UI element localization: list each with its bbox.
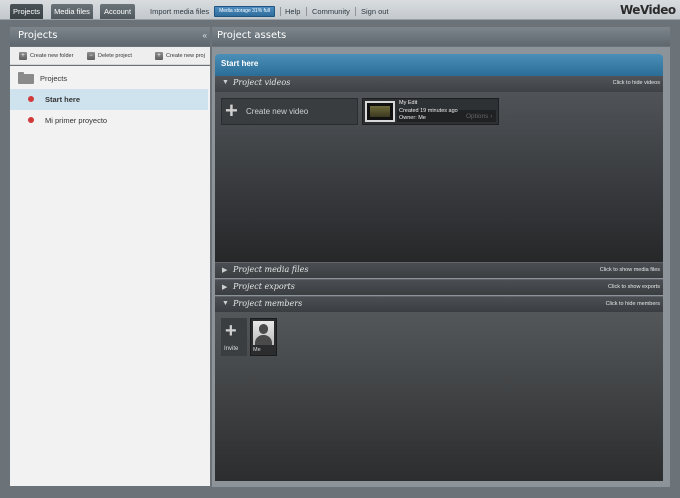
create-new-project-label: Create new proj <box>166 53 205 59</box>
invite-label: Invite <box>224 346 239 352</box>
chevron-down-icon: ▼ <box>222 79 229 86</box>
plus-icon: + <box>225 320 237 342</box>
show-exports-link[interactable]: Click to show exports <box>608 284 660 290</box>
chevron-right-icon: ▶ <box>222 267 228 274</box>
delete-project-button[interactable]: − Delete project <box>87 51 132 61</box>
show-media-files-link[interactable]: Click to show media files <box>600 267 660 273</box>
video-owner: Owner: Me <box>399 115 426 121</box>
project-title: Start here <box>221 59 259 68</box>
create-new-project-button[interactable]: + Create new proj <box>155 51 205 61</box>
project-assets-title: Project assets <box>217 30 287 41</box>
delete-project-label: Delete project <box>98 53 132 59</box>
wevideo-logo: WeVideo <box>620 3 676 17</box>
new-folder-icon: + <box>19 51 27 60</box>
project-media-files-header[interactable]: ▶ Project media files Click to show medi… <box>215 262 663 278</box>
video-options-label: Options <box>466 113 489 120</box>
community-link[interactable]: Community <box>312 4 350 19</box>
chevron-down-icon: ▼ <box>222 300 229 307</box>
project-title-bar: Start here <box>215 54 663 76</box>
media-storage-badge: Media storage 31% full <box>214 6 275 17</box>
video-card[interactable]: My Edit Created 19 minutes ago Owner: Me… <box>362 98 499 125</box>
projects-panel-header: Projects « <box>10 27 210 46</box>
member-name: Me <box>253 347 261 353</box>
projects-tree: Projects Start here Mi primer proyecto <box>10 66 210 486</box>
hide-videos-link[interactable]: Click to hide videos <box>613 80 660 86</box>
project-item-start-here[interactable]: Start here <box>10 89 208 110</box>
video-thumbnail <box>365 101 395 122</box>
project-dot-icon <box>28 96 34 102</box>
collapse-panel-icon[interactable]: « <box>203 31 207 40</box>
project-exports-header[interactable]: ▶ Project exports Click to show exports <box>215 279 663 295</box>
project-members-title: Project members <box>233 299 303 308</box>
create-new-folder-label: Create new folder <box>30 53 74 59</box>
video-title: My Edit <box>399 100 418 106</box>
video-options-button[interactable]: Options › <box>466 113 492 120</box>
project-assets-header: Project assets <box>212 27 670 46</box>
video-created: Created 19 minutes ago <box>399 107 458 114</box>
projects-folder-label: Projects <box>40 74 68 83</box>
chevron-right-icon: ▶ <box>222 284 228 291</box>
projects-panel-title: Projects <box>18 30 58 41</box>
tab-projects[interactable]: Projects <box>10 4 43 19</box>
nav-divider <box>280 7 281 16</box>
avatar <box>253 321 274 345</box>
create-new-video-button[interactable]: + Create new video <box>221 98 358 125</box>
create-new-video-label: Create new video <box>246 107 309 116</box>
hide-members-link[interactable]: Click to hide members <box>606 301 660 307</box>
nav-divider <box>306 7 307 16</box>
project-media-files-title: Project media files <box>233 265 309 274</box>
tab-media-files[interactable]: Media files <box>51 4 93 19</box>
sign-out-link[interactable]: Sign out <box>361 4 389 19</box>
chevron-right-icon: › <box>490 113 493 120</box>
project-members-area <box>215 312 663 481</box>
project-item-label: Start here <box>45 95 81 104</box>
video-meta: My Edit Created 19 minutes ago Owner: Me <box>399 100 458 123</box>
project-exports-title: Project exports <box>233 282 295 291</box>
member-card[interactable]: Me <box>250 318 277 356</box>
project-members-header[interactable]: ▼ Project members Click to hide members <box>215 296 663 312</box>
new-project-icon: + <box>155 51 163 60</box>
trash-icon: − <box>87 51 95 60</box>
project-videos-title: Project videos <box>233 78 291 87</box>
project-item-mi-primer-proyecto[interactable]: Mi primer proyecto <box>10 110 208 131</box>
invite-member-button[interactable]: + Invite <box>221 318 247 356</box>
project-dot-icon <box>28 117 34 123</box>
folder-icon <box>18 72 34 84</box>
nav-divider <box>355 7 356 16</box>
help-link[interactable]: Help <box>285 4 300 19</box>
projects-toolbar: + Create new folder − Delete project + Crea… <box>10 47 210 65</box>
tab-account[interactable]: Account <box>100 4 135 19</box>
project-item-label: Mi primer proyecto <box>45 116 108 125</box>
plus-icon: + <box>225 98 238 123</box>
top-navigation-bar: Projects Media files Account Import medi… <box>0 0 680 20</box>
create-new-folder-button[interactable]: + Create new folder <box>19 51 73 61</box>
import-media-files-link[interactable]: Import media files <box>150 4 209 19</box>
project-videos-header[interactable]: ▼ Project videos Click to hide videos <box>215 76 663 92</box>
